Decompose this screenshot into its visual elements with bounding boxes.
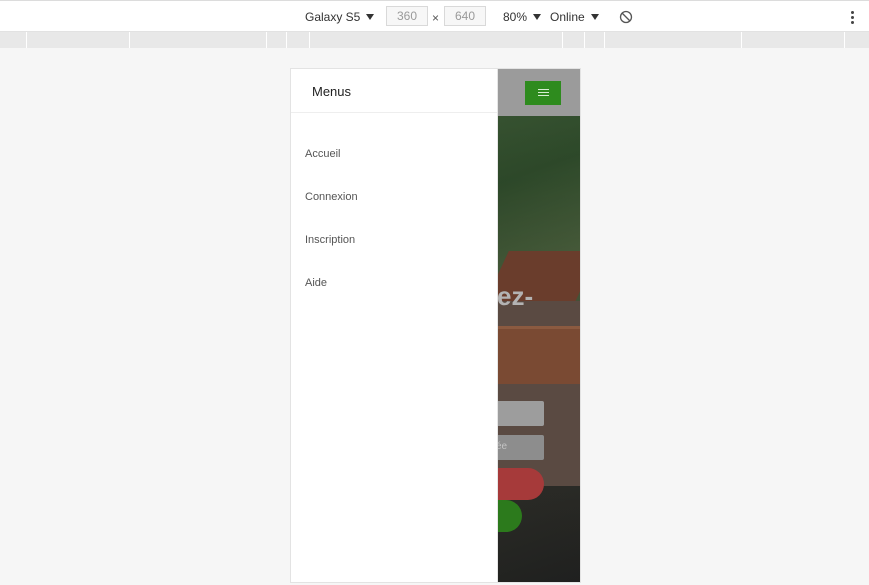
network-throttle-select[interactable]: Online [550, 10, 599, 24]
hero-heading-fragment: ez- [497, 281, 534, 311]
caret-down-icon [533, 14, 542, 20]
width-input[interactable]: 360 [386, 6, 428, 26]
device-name: Galaxy S5 [305, 10, 361, 24]
menu-item-aide[interactable]: Aide [291, 262, 497, 305]
chalet-balcony [496, 326, 580, 384]
zoom-value: 80% [503, 10, 528, 24]
network-value: Online [550, 10, 585, 24]
side-menu-drawer: Menus Accueil Connexion Inscription Aide [291, 69, 498, 582]
height-input[interactable]: 640 [444, 6, 486, 26]
dimension-separator: × [432, 11, 440, 25]
drawer-title: Menus [291, 69, 497, 113]
device-viewport: ez- ée Menus Accueil Connexion Inscripti… [291, 69, 580, 582]
devtools-device-toolbar: Galaxy S5 360 × 640 80% Online [0, 0, 869, 32]
hamburger-icon [538, 89, 549, 98]
zoom-select[interactable]: 80% [503, 10, 542, 24]
menu-list: Accueil Connexion Inscription Aide [291, 133, 497, 305]
caret-down-icon [590, 14, 599, 20]
media-query-ruler[interactable] [0, 32, 869, 48]
menu-item-connexion[interactable]: Connexion [291, 176, 497, 219]
menu-toggle-button[interactable] [525, 81, 561, 105]
more-vertical-icon[interactable] [851, 11, 855, 25]
rotate-icon[interactable] [619, 10, 633, 24]
device-select[interactable]: Galaxy S5 [305, 10, 375, 24]
caret-down-icon [366, 14, 375, 20]
menu-item-inscription[interactable]: Inscription [291, 219, 497, 262]
menu-item-accueil[interactable]: Accueil [291, 133, 497, 176]
